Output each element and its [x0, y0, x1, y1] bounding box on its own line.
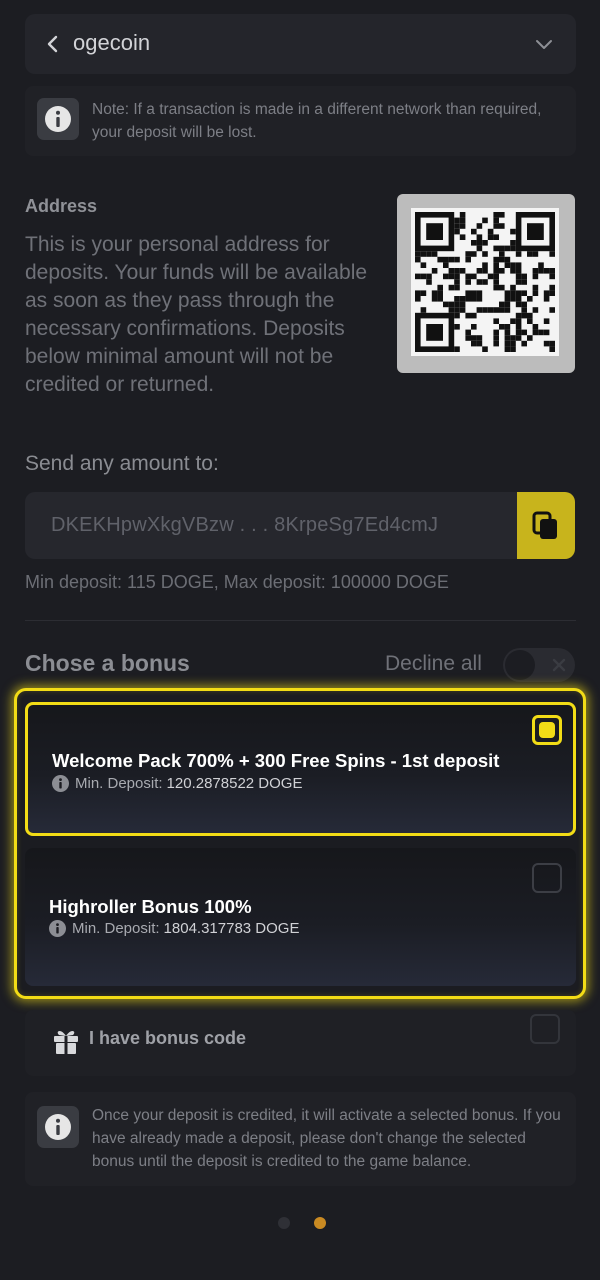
min-deposit-label: Min. Deposit: — [72, 920, 160, 937]
info-icon — [52, 775, 69, 792]
copy-address-button[interactable] — [517, 492, 575, 559]
deposit-address-field[interactable]: DKEKHpwXkgVBzw . . . 8KrpeSg7Ed4cmJ — [25, 492, 517, 559]
bonus-checkbox-selected[interactable] — [532, 715, 562, 745]
bonus-option-welcome-pack[interactable]: Welcome Pack 700% + 300 Free Spins - 1st… — [25, 702, 576, 836]
toggle-knob — [505, 650, 535, 680]
page-dot-1[interactable] — [278, 1217, 290, 1229]
network-note: Note: If a transaction is made in a diff… — [25, 86, 576, 156]
bonus-note-text: Once your deposit is credited, it will a… — [92, 1107, 561, 1170]
qr-code-image — [411, 208, 559, 356]
decline-all-label: Decline all — [385, 652, 482, 675]
bonus-min-deposit: Min. Deposit: 120.2878522 DOGE — [52, 775, 302, 792]
bonus-checkbox[interactable] — [532, 863, 562, 893]
page-indicator — [278, 1217, 326, 1229]
bonus-min-deposit: Min. Deposit: 1804.317783 DOGE — [49, 920, 299, 937]
copy-icon — [532, 511, 557, 539]
gift-icon — [54, 1030, 78, 1054]
send-label: Send any amount to: — [25, 452, 219, 475]
min-deposit-value: 1804.317783 DOGE — [163, 920, 300, 937]
bonus-title: Welcome Pack 700% + 300 Free Spins - 1st… — [52, 750, 500, 771]
info-icon — [37, 1106, 79, 1148]
bonus-heading: Chose a bonus — [25, 650, 190, 676]
address-heading: Address — [25, 196, 98, 216]
divider — [25, 620, 576, 621]
chevron-down-icon — [536, 40, 552, 49]
close-icon — [552, 658, 566, 672]
min-deposit-label: Min. Deposit: — [75, 775, 163, 792]
info-icon — [37, 98, 79, 140]
address-description: This is your personal address for deposi… — [25, 233, 368, 396]
bonus-title: Highroller Bonus 100% — [49, 896, 252, 917]
bonus-option-highroller[interactable]: Highroller Bonus 100% Min. Deposit: 1804… — [25, 848, 576, 986]
page-dot-2-active[interactable] — [314, 1217, 326, 1229]
currency-select[interactable]: ogecoin — [25, 14, 576, 74]
bonus-note: Once your deposit is credited, it will a… — [25, 1092, 576, 1186]
min-deposit-value: 120.2878522 DOGE — [166, 775, 303, 792]
deposit-limits: Min deposit: 115 DOGE, Max deposit: 1000… — [25, 572, 449, 592]
deposit-address: DKEKHpwXkgVBzw . . . 8KrpeSg7Ed4cmJ — [51, 514, 439, 536]
qr-code — [397, 194, 575, 373]
bonus-code-label: I have bonus code — [89, 1028, 247, 1048]
currency-name: ogecoin — [73, 30, 151, 55]
decline-all-toggle[interactable] — [503, 648, 575, 682]
network-note-text: Note: If a transaction is made in a diff… — [92, 101, 542, 141]
chevron-left-icon[interactable] — [41, 32, 65, 56]
info-icon — [49, 920, 66, 937]
bonus-code-toggle[interactable]: I have bonus code — [25, 1010, 576, 1076]
bonus-code-checkbox[interactable] — [530, 1014, 560, 1044]
